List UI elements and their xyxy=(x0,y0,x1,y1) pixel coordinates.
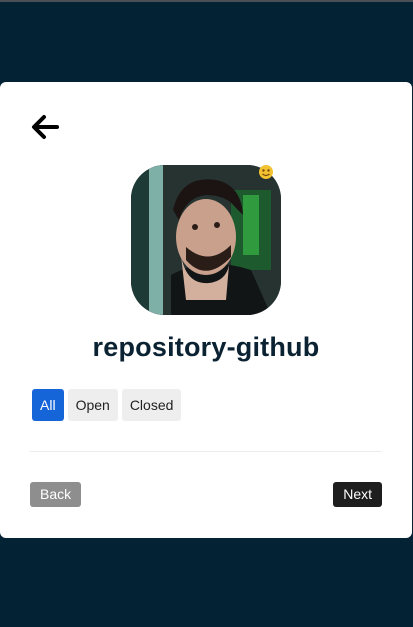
repository-title: repository-github xyxy=(92,332,320,362)
emoji-badge-icon xyxy=(258,164,274,180)
filter-closed-button[interactable]: Closed xyxy=(121,389,182,421)
divider xyxy=(30,451,382,452)
window-top-border xyxy=(0,0,413,2)
filter-tabs: All Open Closed xyxy=(32,389,182,421)
arrow-left-icon[interactable] xyxy=(30,112,60,142)
profile-card: repository-github All Open Closed Back N… xyxy=(0,82,412,538)
back-button[interactable]: Back xyxy=(30,482,82,507)
filter-open-button[interactable]: Open xyxy=(67,389,118,421)
user-avatar xyxy=(131,165,281,315)
next-button[interactable]: Next xyxy=(333,482,382,507)
filter-all-button[interactable]: All xyxy=(32,389,64,421)
